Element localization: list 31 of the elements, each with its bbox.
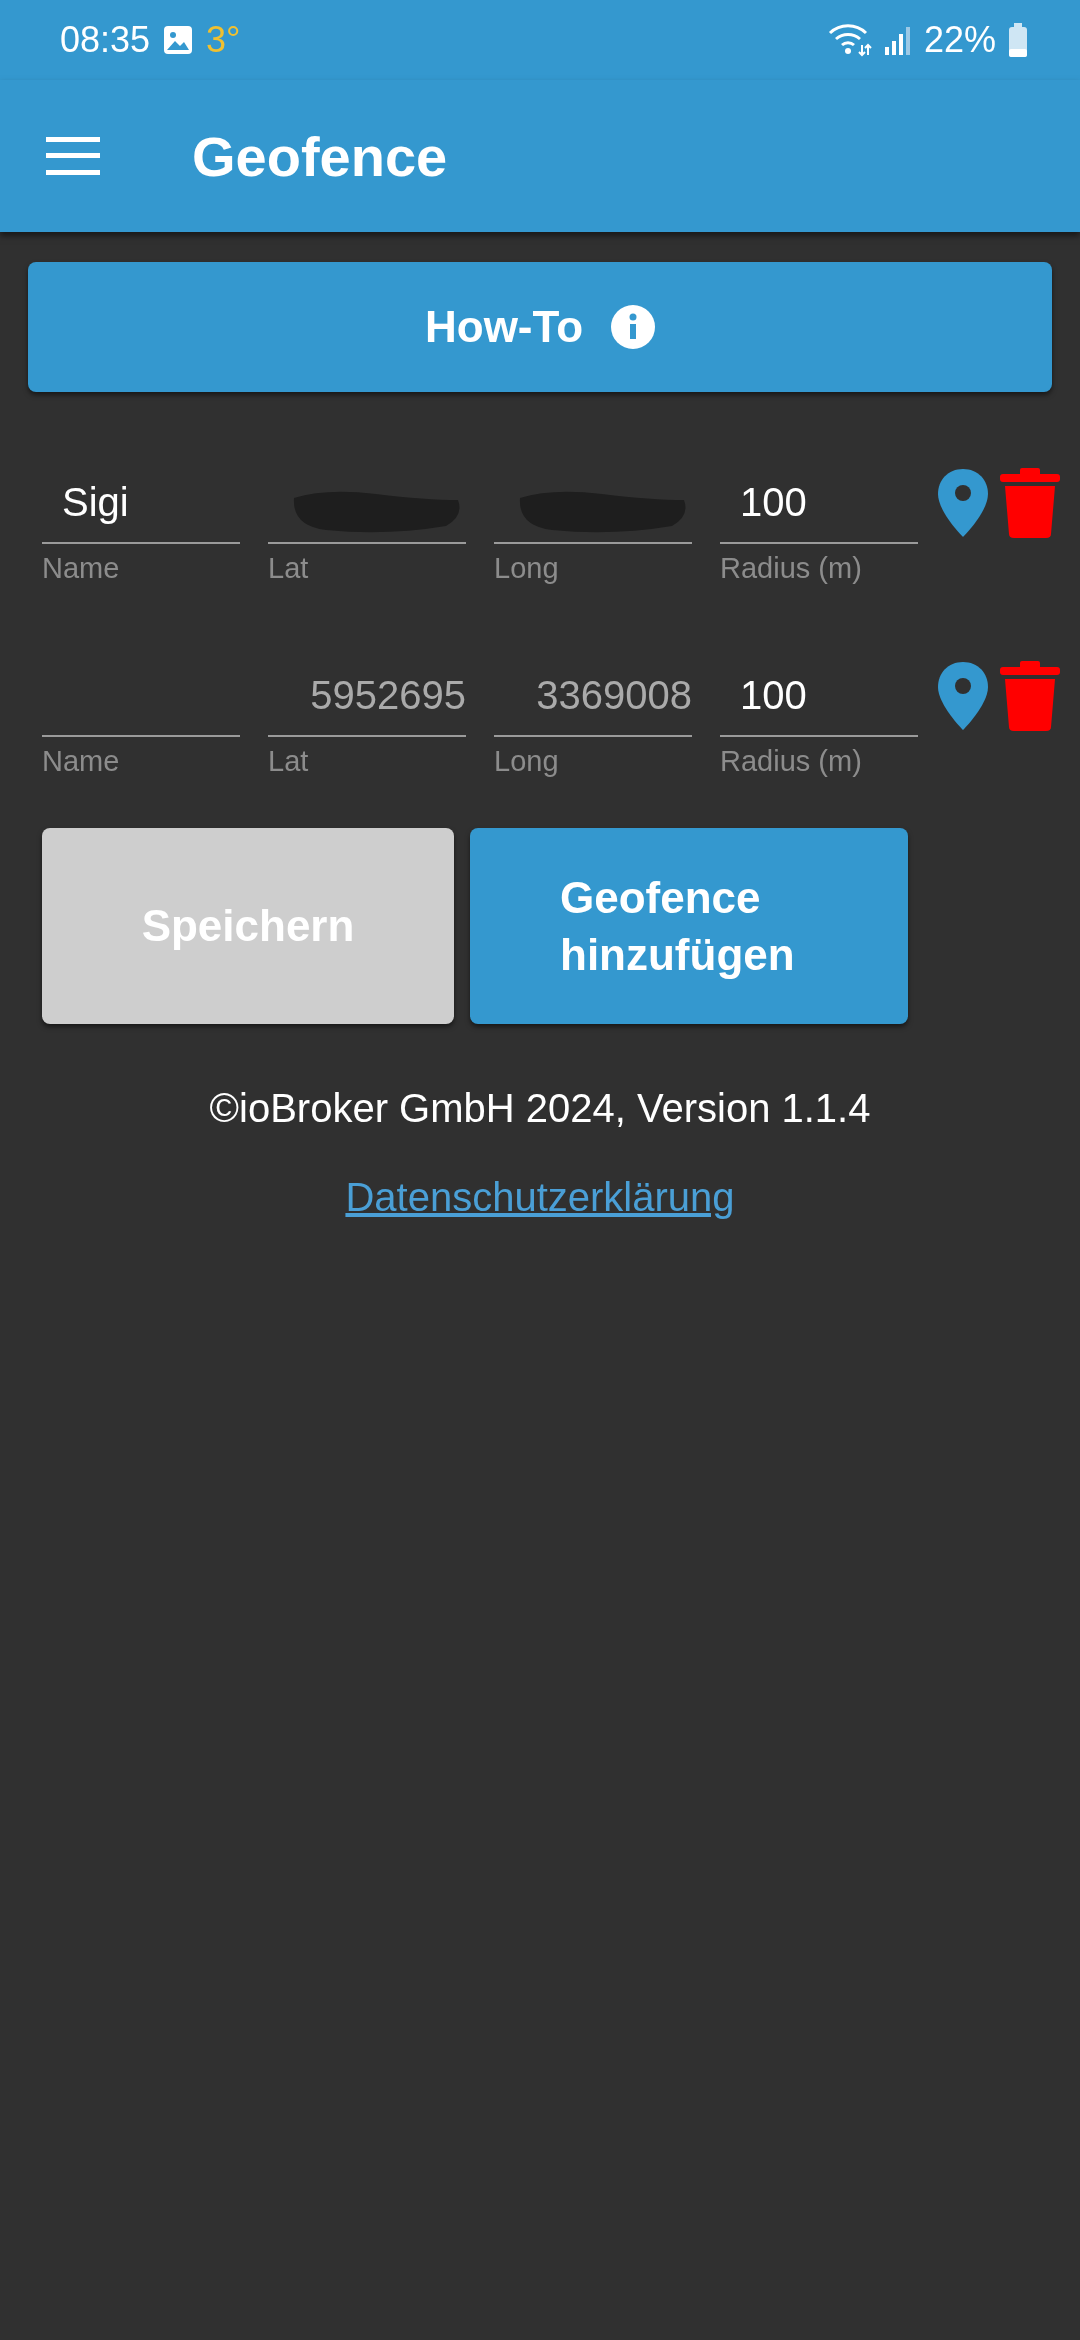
field-label: Long xyxy=(494,745,560,778)
battery-icon xyxy=(1008,23,1028,57)
field-label: Radius (m) xyxy=(720,745,863,778)
how-to-button[interactable]: How-To xyxy=(28,262,1052,392)
input-field[interactable]: 100 xyxy=(720,462,918,544)
input-field[interactable]: Sigi xyxy=(42,462,240,544)
location-pin-icon[interactable] xyxy=(936,467,990,539)
field-label: Lat xyxy=(268,552,310,585)
temperature: 3° xyxy=(206,19,241,61)
add-geofence-button[interactable]: Geofence hinzufügen xyxy=(470,828,908,1024)
app-title: Geofence xyxy=(192,123,448,189)
signal-icon xyxy=(883,25,912,55)
privacy-link[interactable]: Datenschutzerklärung xyxy=(345,1175,735,1220)
battery-percent: 22% xyxy=(923,19,996,61)
input-field[interactable]: 3369008 xyxy=(494,655,692,737)
input-field[interactable]: 5952695 xyxy=(268,655,466,737)
field-label: Name xyxy=(42,745,121,778)
clock: 08:35 xyxy=(60,19,151,61)
field-label: Name xyxy=(42,552,121,585)
field-label: Radius (m) xyxy=(720,552,863,585)
menu-icon[interactable] xyxy=(46,137,100,175)
field-label: Long xyxy=(494,552,560,585)
image-icon xyxy=(162,24,195,56)
trash-icon[interactable] xyxy=(1000,661,1060,731)
field-label: Lat xyxy=(268,745,310,778)
trash-icon[interactable] xyxy=(1000,468,1060,538)
info-icon xyxy=(611,305,655,349)
copyright-text: ©ioBroker GmbH 2024, Version 1.1.4 xyxy=(208,1086,872,1131)
wifi-icon xyxy=(827,23,872,57)
input-field[interactable]: 100 xyxy=(720,655,918,737)
location-pin-icon[interactable] xyxy=(936,660,990,732)
